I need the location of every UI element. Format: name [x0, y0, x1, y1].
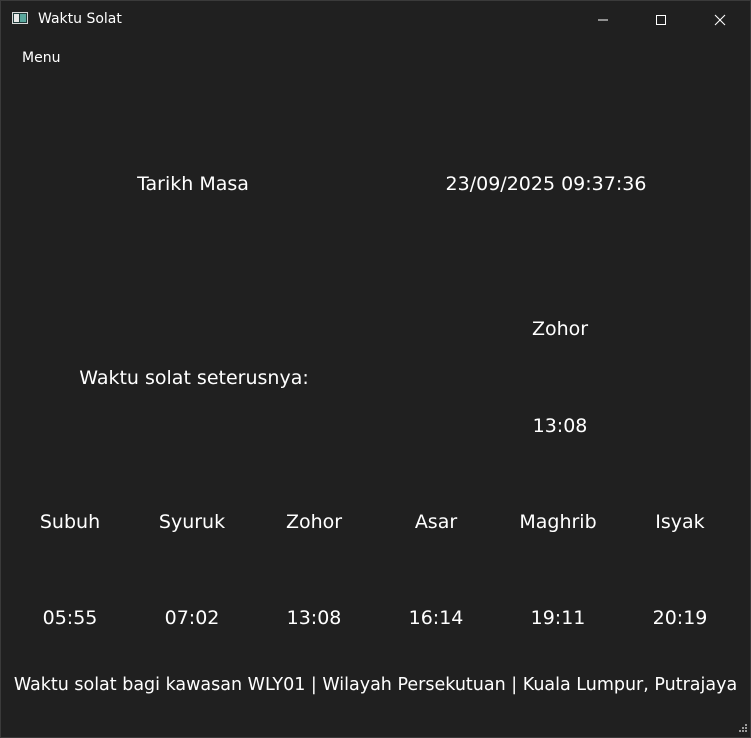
datetime-label: Tarikh Masa [137, 173, 249, 195]
menu-button[interactable]: Menu [22, 50, 60, 66]
close-icon [714, 14, 726, 25]
prayer-time: 16:14 [408, 607, 464, 629]
prayer-name: Maghrib [519, 511, 597, 533]
prayer-name: Zohor [285, 511, 343, 533]
close-button[interactable] [691, 1, 749, 38]
maximize-button[interactable] [632, 1, 690, 38]
menu-bar: Menu [1, 41, 750, 75]
app-window-icon [12, 12, 28, 24]
datetime-value: 23/09/2025 09:37:36 [445, 173, 647, 195]
zone-footer: Waktu solat bagi kawasan WLY01 | Wilayah… [13, 675, 738, 695]
prayer-time: 20:19 [652, 607, 708, 629]
prayer-time: 13:08 [286, 607, 342, 629]
next-prayer-label: Waktu solat seterusnya: [79, 367, 309, 389]
next-prayer-time: 13:08 [532, 415, 588, 437]
minimize-button[interactable] [574, 1, 632, 38]
prayer-name: Subuh [39, 511, 101, 533]
resize-grip-icon[interactable] [737, 724, 747, 734]
prayer-time: 19:11 [530, 607, 586, 629]
window-title: Waktu Solat [38, 11, 122, 27]
app-window: Waktu Solat Menu Tarikh Masa 23/09/2025 … [0, 0, 751, 738]
minimize-icon [598, 19, 608, 20]
prayer-name: Asar [414, 511, 458, 533]
maximize-icon [656, 14, 666, 25]
prayer-time: 05:55 [42, 607, 98, 629]
title-bar[interactable]: Waktu Solat [1, 1, 750, 38]
next-prayer-name: Zohor [531, 318, 589, 340]
prayer-name: Syuruk [158, 511, 226, 533]
prayer-name: Isyak [655, 511, 705, 533]
prayer-time: 07:02 [164, 607, 220, 629]
